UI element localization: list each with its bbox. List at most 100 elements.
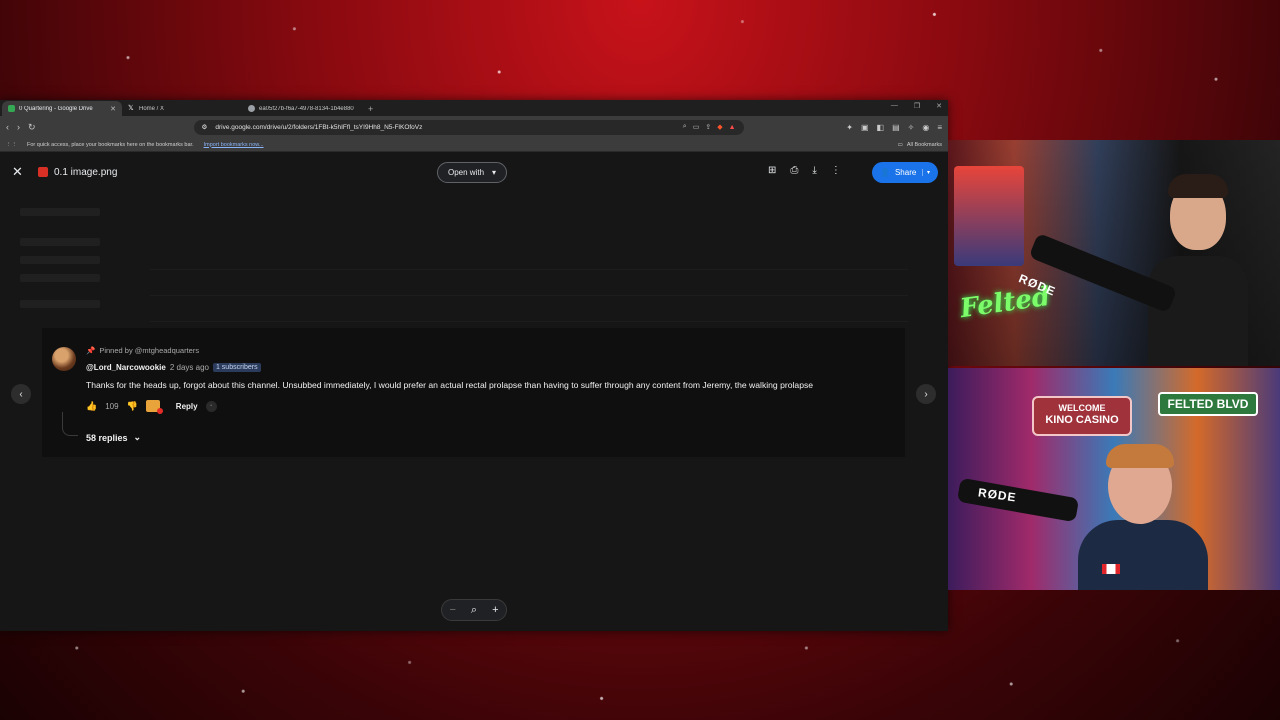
streamer-hair (1168, 174, 1228, 198)
casino-sign: WELCOME KINO CASINO (1032, 396, 1132, 436)
share-page-icon[interactable]: ⇪ (705, 123, 711, 131)
x-favicon-icon: 𝕏 (128, 105, 134, 112)
comment-time: 2 days ago (169, 363, 209, 372)
apps-grid-icon[interactable]: ⋮⋮ (6, 142, 17, 148)
zoom-out-icon[interactable]: − (449, 604, 455, 616)
tab-x-home[interactable]: 𝕏 Home / X (122, 101, 242, 116)
all-bookmarks-button[interactable]: ▭ All Bookmarks (898, 142, 942, 148)
tab-google-drive[interactable]: 0 Quartering - Google Drive ✕ (2, 101, 122, 116)
back-icon[interactable]: ‹ (6, 122, 9, 132)
file-name: 0.1 image.png (54, 166, 118, 178)
share-dropdown-icon[interactable]: ▾ (921, 169, 930, 176)
caret-down-icon: ▾ (492, 168, 497, 177)
reply-button: Reply (175, 401, 198, 411)
bookmarks-hint: For quick access, place your bookmarks h… (27, 141, 194, 148)
thumbs-down-icon: 👎 (126, 400, 138, 411)
tab-title: 0 Quartering - Google Drive (19, 105, 93, 112)
ghost-file-row (150, 282, 908, 296)
arcade-machine (954, 166, 1024, 266)
zoom-reset-icon[interactable]: ⌕ (471, 604, 477, 617)
print-icon[interactable]: ⎙ (790, 165, 798, 176)
share-label: Share (894, 168, 917, 177)
pinned-by-text: Pinned by @mtgheadquarters (99, 346, 200, 355)
profile-icon[interactable]: ◉ (922, 123, 929, 132)
pinned-label: 📌 Pinned by @mtgheadquarters (86, 346, 199, 355)
open-with-label: Open with (448, 168, 485, 177)
thread-connector (62, 412, 78, 436)
creator-heart-icon (145, 400, 163, 414)
bookmarks-bar: ⋮⋮ For quick access, place your bookmark… (0, 138, 948, 152)
webcam-bottom: WELCOME KINO CASINO FELTED BLVD RØDE (948, 368, 1280, 590)
comment-actions: 👍 109 👎 Reply • (86, 400, 217, 414)
like-count: 109 (105, 401, 119, 411)
share-button[interactable]: 👤 Share ▾ (872, 162, 938, 183)
open-with-button[interactable]: Open with ▾ (437, 162, 508, 183)
webcam-top: Felted RØDE (948, 140, 1280, 366)
ghost-file-row (150, 256, 908, 270)
extension-icon[interactable]: ▣ (861, 123, 869, 132)
menu-icon[interactable]: ≡ (937, 123, 942, 132)
reload-icon[interactable]: ↻ (28, 122, 36, 133)
ghost-sidebar-item (20, 256, 100, 264)
globe-favicon-icon (248, 105, 255, 112)
add-comment-icon[interactable]: ⊞ (768, 165, 776, 176)
drive-favicon-icon (8, 105, 15, 112)
tab-title: ea05f27b-f6a7-4978-8134-1b4e880 (259, 105, 354, 112)
ghost-sidebar-item (20, 208, 100, 216)
url-text: drive.google.com/drive/u/2/folders/1FBt-… (215, 123, 423, 131)
zoom-controls: − ⌕ + (441, 599, 507, 621)
comment-header: @Lord_Narcowookie 2 days ago 1 subscribe… (86, 363, 261, 372)
tab-uuid[interactable]: ea05f27b-f6a7-4978-8134-1b4e880 (242, 101, 362, 116)
zoom-icon[interactable]: ⌕ (683, 123, 687, 131)
rewards-icon[interactable]: ▲ (729, 124, 736, 131)
address-bar[interactable]: ⚙ drive.google.com/drive/u/2/folders/1FB… (193, 119, 744, 135)
replies-count: 58 replies (86, 432, 128, 443)
canada-flag-icon (1102, 564, 1120, 574)
streamer-hair (1106, 444, 1174, 468)
chevron-down-icon: ⌄ (133, 432, 142, 442)
minimize-icon[interactable]: — (891, 102, 898, 110)
tab-title: Home / X (139, 105, 165, 112)
new-tab-icon[interactable]: + (362, 101, 379, 116)
cast-icon[interactable]: ▭ (693, 123, 700, 131)
toolbar-right-icons: ✦ ▣ ◧ ▤ ✧ ◉ ≡ (846, 123, 942, 132)
stream-layout: { "browser": { "tabs": [ {"label": "0 Qu… (0, 0, 1280, 720)
comment-author: @Lord_Narcowookie (86, 363, 166, 372)
tab-strip: 0 Quartering - Google Drive ✕ 𝕏 Home / X… (0, 100, 948, 116)
extensions-icon[interactable]: ✦ (846, 123, 853, 132)
more-options-icon[interactable]: ⋮ (831, 165, 841, 176)
wallet-icon[interactable]: ▤ (892, 123, 900, 132)
ghost-sidebar-item (20, 274, 100, 282)
window-controls: — ❐ ✕ (891, 102, 942, 110)
ghost-file-row (150, 308, 908, 322)
drive-file-viewer: ✕ 0.1 image.png Open with ▾ ⊞ ⎙ ⤓ ⋮ 👤 Sh… (0, 152, 948, 631)
puzzle-icon[interactable]: ✧ (908, 123, 915, 132)
omnibox-icons: ⌕ ▭ ⇪ ◆ ▲ (683, 123, 736, 131)
next-file-icon[interactable]: › (916, 384, 936, 404)
sidebar-icon[interactable]: ◧ (877, 123, 885, 132)
zoom-in-icon[interactable]: + (492, 604, 498, 616)
previous-file-icon[interactable]: ‹ (11, 384, 31, 404)
forward-icon[interactable]: › (17, 122, 20, 132)
replies-toggle: 58 replies ⌄ (86, 432, 141, 443)
site-info-icon[interactable]: ⚙ (202, 123, 208, 131)
browser-window: 0 Quartering - Google Drive ✕ 𝕏 Home / X… (0, 100, 948, 631)
import-bookmarks-link[interactable]: Import bookmarks now... (204, 142, 264, 148)
brave-shield-icon[interactable]: ◆ (717, 123, 722, 131)
viewer-actions: ⊞ ⎙ ⤓ ⋮ (768, 165, 841, 176)
people-icon: 👤 (880, 168, 890, 177)
close-window-icon[interactable]: ✕ (936, 102, 942, 110)
folder-icon: ▭ (897, 141, 903, 148)
all-bookmarks-label: All Bookmarks (906, 141, 942, 148)
ghost-sidebar-item (20, 238, 100, 246)
street-sign: FELTED BLVD (1158, 392, 1258, 416)
download-icon[interactable]: ⤓ (812, 165, 816, 176)
image-file-icon (38, 167, 48, 177)
tab-close-icon[interactable]: ✕ (110, 105, 116, 113)
streamer-one (1148, 174, 1248, 366)
maximize-icon[interactable]: ❐ (914, 102, 920, 110)
streamer-two (1078, 444, 1208, 590)
thumbs-up-icon: 👍 (86, 400, 98, 411)
sign-kino-casino: KINO CASINO (1045, 414, 1119, 426)
close-viewer-icon[interactable]: ✕ (12, 164, 28, 180)
